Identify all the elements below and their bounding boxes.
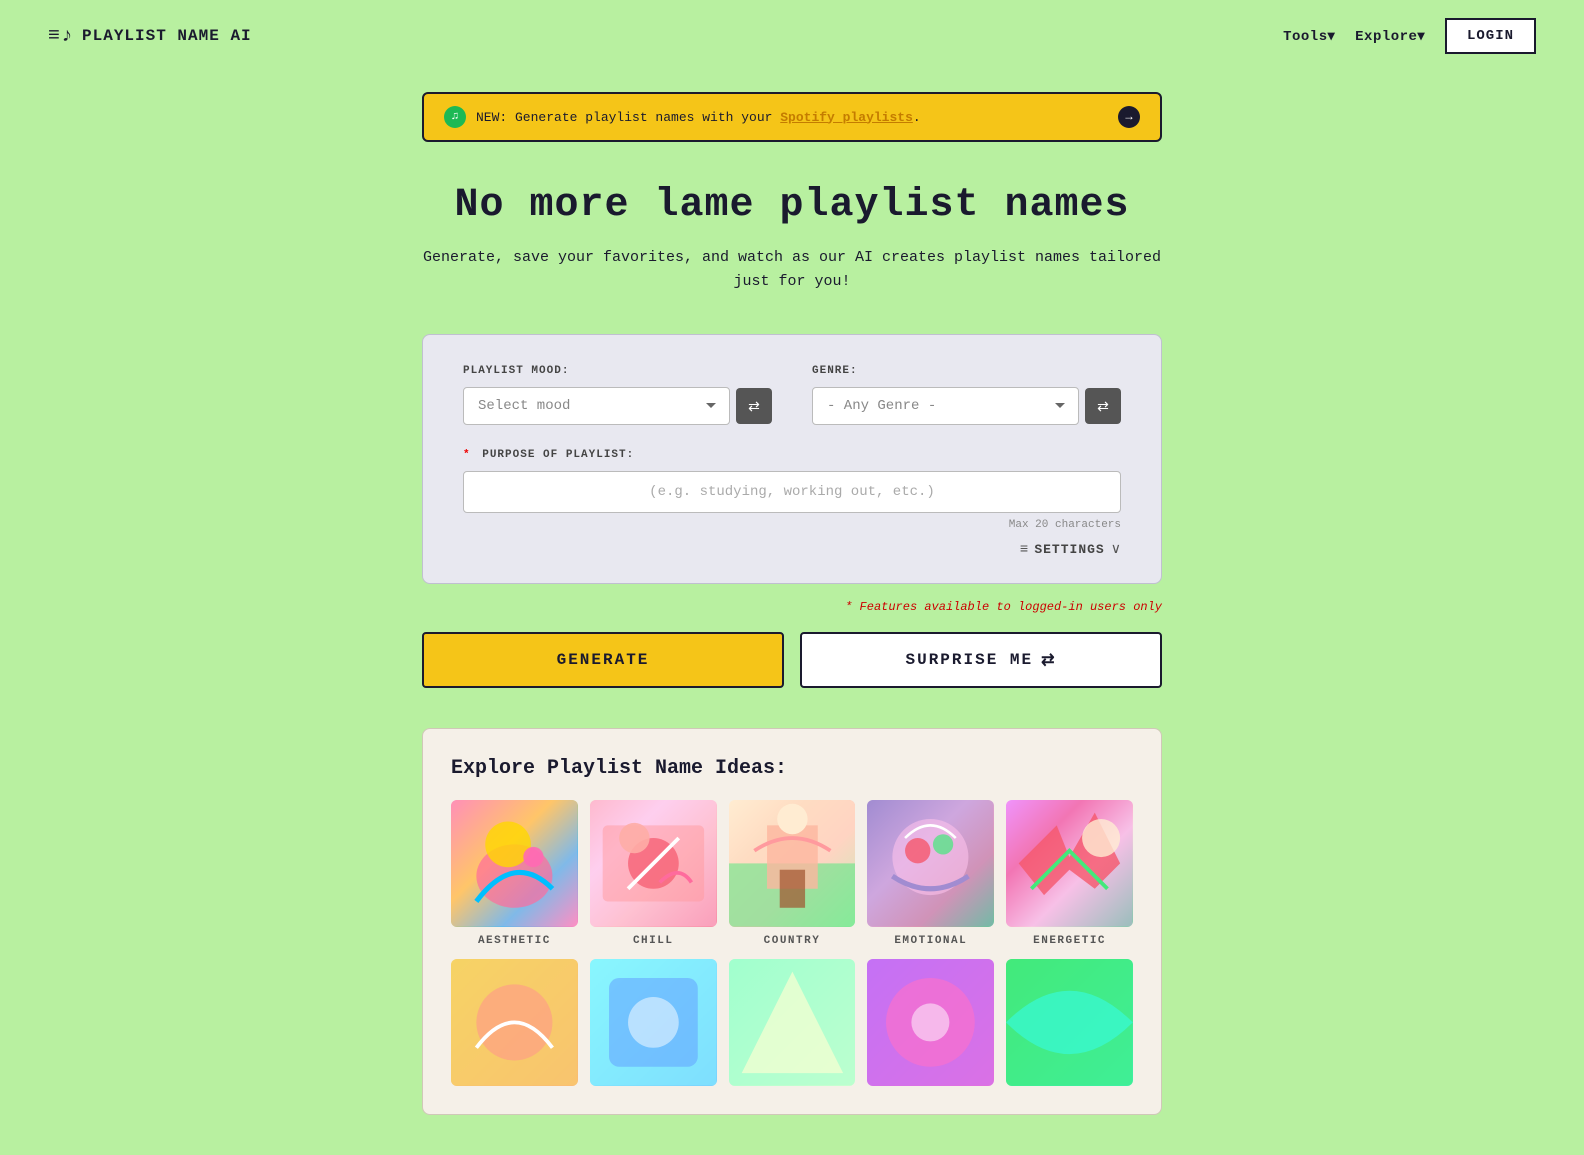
genre-label: GENRE: <box>812 365 1121 377</box>
explore-thumb-energetic <box>1006 800 1133 927</box>
explore-item-emotional[interactable]: EMOTIONAL <box>867 800 994 947</box>
navigation: ≡♪ PLAYLIST NAME AI Tools▾ Explore▾ LOGI… <box>0 0 1584 72</box>
explore-grid: AESTHETIC CHILL <box>451 800 1133 947</box>
form-card: PLAYLIST MOOD: Select mood Happy Sad Ene… <box>422 334 1162 584</box>
logo[interactable]: ≡♪ PLAYLIST NAME AI <box>48 25 252 48</box>
spotify-banner[interactable]: ♫ NEW: Generate playlist names with your… <box>422 92 1162 142</box>
explore-thumb-country <box>729 800 856 927</box>
purpose-row: * PURPOSE OF PLAYLIST: Max 20 characters <box>463 449 1121 531</box>
banner-arrow-icon[interactable]: → <box>1118 106 1140 128</box>
explore-item-row2-4[interactable] <box>867 959 994 1094</box>
action-buttons: GENERATE SURPRISE ME ⇄ <box>422 632 1162 688</box>
explore-item-energetic[interactable]: ENERGETIC <box>1006 800 1133 947</box>
explore-item-aesthetic[interactable]: AESTHETIC <box>451 800 578 947</box>
generate-button[interactable]: GENERATE <box>422 632 784 688</box>
mood-label: PLAYLIST MOOD: <box>463 365 772 377</box>
surprise-button[interactable]: SURPRISE ME ⇄ <box>800 632 1162 688</box>
explore-thumb-row2-4 <box>867 959 994 1086</box>
settings-chevron-icon: ∨ <box>1111 541 1121 558</box>
mood-col: PLAYLIST MOOD: Select mood Happy Sad Ene… <box>463 365 772 425</box>
char-limit-text: Max 20 characters <box>463 519 1121 531</box>
settings-label: SETTINGS <box>1034 542 1104 557</box>
purpose-label: * PURPOSE OF PLAYLIST: <box>463 449 1121 461</box>
nav-right: Tools▾ Explore▾ LOGIN <box>1283 18 1536 54</box>
banner-text: NEW: Generate playlist names with your S… <box>476 110 1108 125</box>
explore-item-country[interactable]: COUNTRY <box>729 800 856 947</box>
explore-item-row2-2[interactable] <box>590 959 717 1094</box>
explore-section: Explore Playlist Name Ideas: AESTHETIC <box>422 728 1162 1115</box>
logo-text: PLAYLIST NAME AI <box>82 27 252 45</box>
form-top-row: PLAYLIST MOOD: Select mood Happy Sad Ene… <box>463 365 1121 425</box>
explore-thumb-emotional <box>867 800 994 927</box>
explore-label-country: COUNTRY <box>764 935 821 947</box>
spotify-icon: ♫ <box>444 106 466 128</box>
genre-select-wrapper: - Any Genre - Pop Rock Hip-Hop Jazz Clas… <box>812 387 1121 425</box>
explore-thumb-row2-2 <box>590 959 717 1086</box>
explore-item-row2-5[interactable] <box>1006 959 1133 1094</box>
explore-label-aesthetic: AESTHETIC <box>478 935 551 947</box>
spotify-link[interactable]: Spotify playlists <box>780 110 913 125</box>
login-button[interactable]: LOGIN <box>1445 18 1536 54</box>
explore-title: Explore Playlist Name Ideas: <box>451 757 1133 780</box>
hero-subtitle: Generate, save your favorites, and watch… <box>422 246 1162 294</box>
explore-item-row2-3[interactable] <box>729 959 856 1094</box>
explore-label-energetic: ENERGETIC <box>1033 935 1106 947</box>
main-content: ♫ NEW: Generate playlist names with your… <box>402 72 1182 1155</box>
mood-select[interactable]: Select mood Happy Sad Energetic Chill Ro… <box>463 387 730 425</box>
genre-shuffle-button[interactable]: ⇄ <box>1085 388 1121 424</box>
explore-thumb-row2-3 <box>729 959 856 1086</box>
mood-select-wrapper: Select mood Happy Sad Energetic Chill Ro… <box>463 387 772 425</box>
genre-select[interactable]: - Any Genre - Pop Rock Hip-Hop Jazz Clas… <box>812 387 1079 425</box>
logged-in-note: * Features available to logged-in users … <box>422 600 1162 614</box>
genre-col: GENRE: - Any Genre - Pop Rock Hip-Hop Ja… <box>812 365 1121 425</box>
required-asterisk: * <box>463 449 471 461</box>
explore-thumb-row2-5 <box>1006 959 1133 1086</box>
hero-title: No more lame playlist names <box>422 182 1162 230</box>
explore-item-chill[interactable]: CHILL <box>590 800 717 947</box>
explore-thumb-row2-1 <box>451 959 578 1086</box>
explore-menu[interactable]: Explore▾ <box>1355 28 1425 45</box>
explore-thumb-aesthetic <box>451 800 578 927</box>
explore-grid-row2 <box>451 959 1133 1094</box>
settings-row[interactable]: ≡ SETTINGS ∨ <box>463 531 1121 558</box>
logo-icon: ≡♪ <box>48 25 74 48</box>
explore-label-emotional: EMOTIONAL <box>894 935 967 947</box>
explore-item-row2-1[interactable] <box>451 959 578 1094</box>
surprise-icon: ⇄ <box>1041 650 1056 670</box>
settings-icon: ≡ <box>1020 542 1028 558</box>
explore-label-chill: CHILL <box>633 935 674 947</box>
explore-thumb-chill <box>590 800 717 927</box>
purpose-input[interactable] <box>463 471 1121 513</box>
mood-shuffle-button[interactable]: ⇄ <box>736 388 772 424</box>
tools-menu[interactable]: Tools▾ <box>1283 28 1335 45</box>
surprise-label: SURPRISE ME <box>905 651 1033 669</box>
